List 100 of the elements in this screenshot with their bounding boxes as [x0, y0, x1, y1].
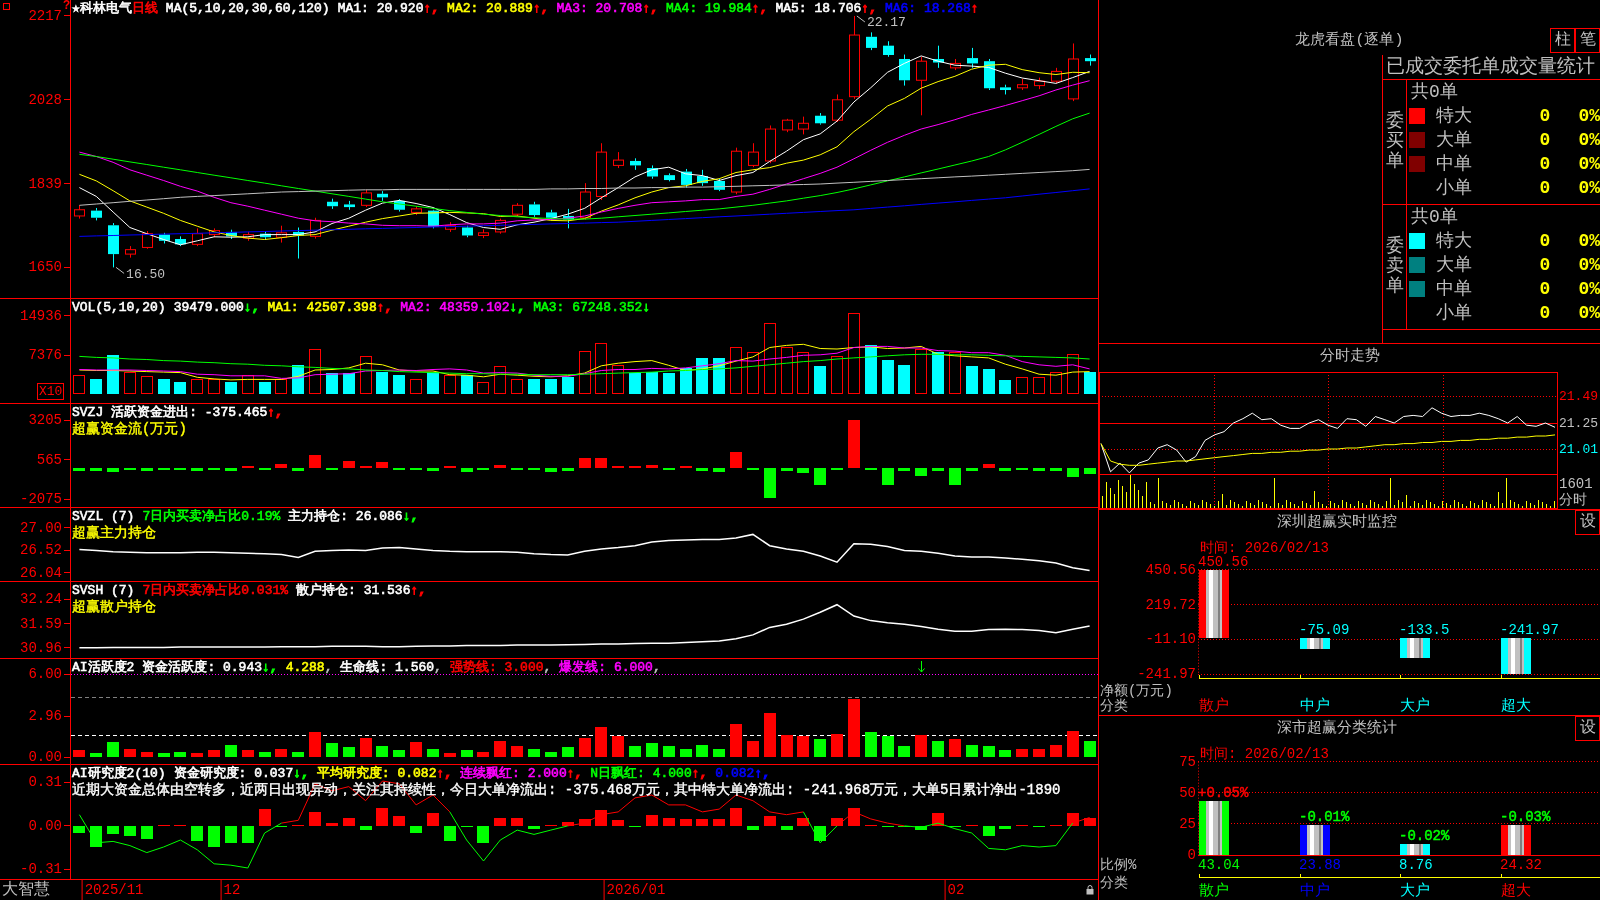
legend-item: 强势线: 3.000,: [449, 660, 552, 676]
y-axis-label: 26.04: [20, 565, 62, 581]
view-toggle-button[interactable]: 柱: [1550, 28, 1575, 53]
square-icon: [3, 3, 10, 10]
y-axis-label: 25: [1179, 815, 1196, 832]
candle: [1068, 42, 1079, 102]
y-axis-label: 1650: [28, 259, 62, 276]
candle: [1034, 77, 1045, 90]
y-axis-label: 6.00: [28, 666, 62, 683]
order-percent: 0%: [1577, 129, 1600, 152]
legend-item: AI活跃度2: [72, 660, 135, 676]
app-name: 大智慧: [1, 880, 51, 900]
legend-item: 爆发线: 6.000,: [559, 660, 661, 676]
order-size-label: 小单: [1435, 177, 1473, 200]
y-axis-label: -0.31: [20, 861, 62, 878]
settings-button[interactable]: 设: [1575, 716, 1600, 741]
table-title: 已成交委托单成交量统计: [1383, 55, 1600, 80]
y-axis-label: 565: [36, 451, 62, 468]
y-axis-label: 32.24: [20, 591, 62, 608]
y-axis-label: -2075: [20, 491, 62, 507]
order-percent: 0%: [1577, 254, 1600, 277]
indicator-caption: 超赢主力持仓: [72, 525, 156, 542]
legend-item: 日线: [131, 1, 158, 17]
candle: [411, 205, 422, 216]
order-count: 0: [1538, 177, 1552, 200]
legend-item: MA1: 42507.398: [267, 300, 377, 316]
y-axis-label: 219.72: [1145, 596, 1196, 613]
order-count: 0: [1538, 278, 1552, 301]
candle: [361, 189, 372, 208]
annotation: 22.17: [866, 15, 906, 31]
value-label: -133.5: [1399, 621, 1450, 638]
value-label: 43.04: [1198, 857, 1240, 873]
chart-subtitle: 时间: 2026/02/13: [1200, 746, 1329, 762]
order-size-label: 中单: [1435, 278, 1473, 301]
legend-item: 连续飘红: 2.000: [460, 766, 567, 782]
category-label: 散户: [1199, 882, 1229, 900]
legend-item: 0.082: [715, 766, 755, 782]
annotation: 16.50: [126, 266, 166, 282]
axis-title: 净额(万元): [1100, 683, 1173, 699]
unit-label: X10: [37, 383, 65, 400]
order-percent: 0%: [1577, 230, 1600, 253]
y-axis-label: 31.59: [20, 615, 62, 632]
candle: [596, 142, 607, 201]
candle: [74, 204, 85, 220]
candle: [748, 142, 759, 168]
view-toggle-button[interactable]: 笔: [1575, 28, 1600, 53]
settings-button[interactable]: 设: [1575, 510, 1600, 535]
candle: [967, 47, 978, 69]
y-axis-label: -11.10: [1145, 631, 1196, 648]
trend-arrow: ↑,: [267, 405, 283, 421]
x-axis-label: 2026/01: [603, 880, 667, 900]
axis-title: 分类: [1100, 875, 1128, 891]
category-label: 大户: [1400, 882, 1430, 900]
trend-arrow: ↓,: [262, 660, 278, 676]
y-axis-label: 0.31: [28, 774, 62, 791]
candle: [327, 198, 338, 210]
legend-item: MA3: 67248.352: [533, 300, 643, 316]
legend-item: 39479.000: [173, 300, 244, 316]
order-percent: 0%: [1577, 177, 1600, 200]
candle: [260, 230, 271, 241]
y-axis-label: 26.52: [20, 542, 62, 559]
indicator-caption: 超赢散户持仓: [72, 599, 156, 616]
legend-item: MA(5,10,20,30,60,120): [165, 1, 330, 17]
order-count: 0: [1538, 302, 1552, 325]
legend-item: 7日内买卖净占比0.031%: [142, 583, 289, 599]
trend-arrow: ↑,: [642, 1, 658, 17]
x-axis-label: 02: [944, 880, 966, 900]
legend-item: SVSH (7): [72, 583, 135, 599]
y-axis-label: 2.96: [28, 708, 62, 725]
candle: [293, 227, 304, 260]
legend-item: MA4: 19.984: [666, 1, 752, 17]
y-axis-label: 14936: [20, 307, 62, 324]
trend-arrow: ↑,: [423, 1, 440, 17]
order-percent: 0%: [1577, 278, 1600, 301]
y-axis-label: 75: [1179, 753, 1196, 770]
volume-scale-label: 1601: [1559, 476, 1593, 492]
trend-arrow: ↓,: [243, 300, 260, 316]
trend-arrow: ↑,: [532, 1, 549, 17]
candle: [159, 232, 170, 244]
y-axis-label: 3205: [28, 412, 62, 429]
candle: [984, 58, 995, 91]
order-count: 0: [1538, 153, 1552, 176]
trend-arrow: ↑,: [436, 766, 453, 782]
order-count: 0: [1538, 129, 1552, 152]
order-size-label: 特大: [1435, 105, 1473, 128]
candle: [1017, 78, 1028, 91]
axis-title: 分时: [1559, 492, 1587, 508]
category-label: 超大: [1501, 882, 1531, 900]
value-label: -75.09: [1299, 621, 1350, 638]
x-axis-label: 12: [220, 880, 242, 900]
candle: [899, 54, 910, 87]
candle: [1051, 67, 1062, 84]
candle: [529, 201, 540, 218]
legend-item: VOL(5,10,20): [72, 300, 166, 316]
legend-item: SVZL (7): [72, 509, 135, 525]
axis-title: 分类: [1100, 698, 1128, 714]
candle: [1085, 54, 1096, 67]
x-axis-label: 2025/11: [81, 880, 145, 900]
candle: [782, 118, 793, 133]
change-label: -0.02%: [1399, 828, 1450, 845]
